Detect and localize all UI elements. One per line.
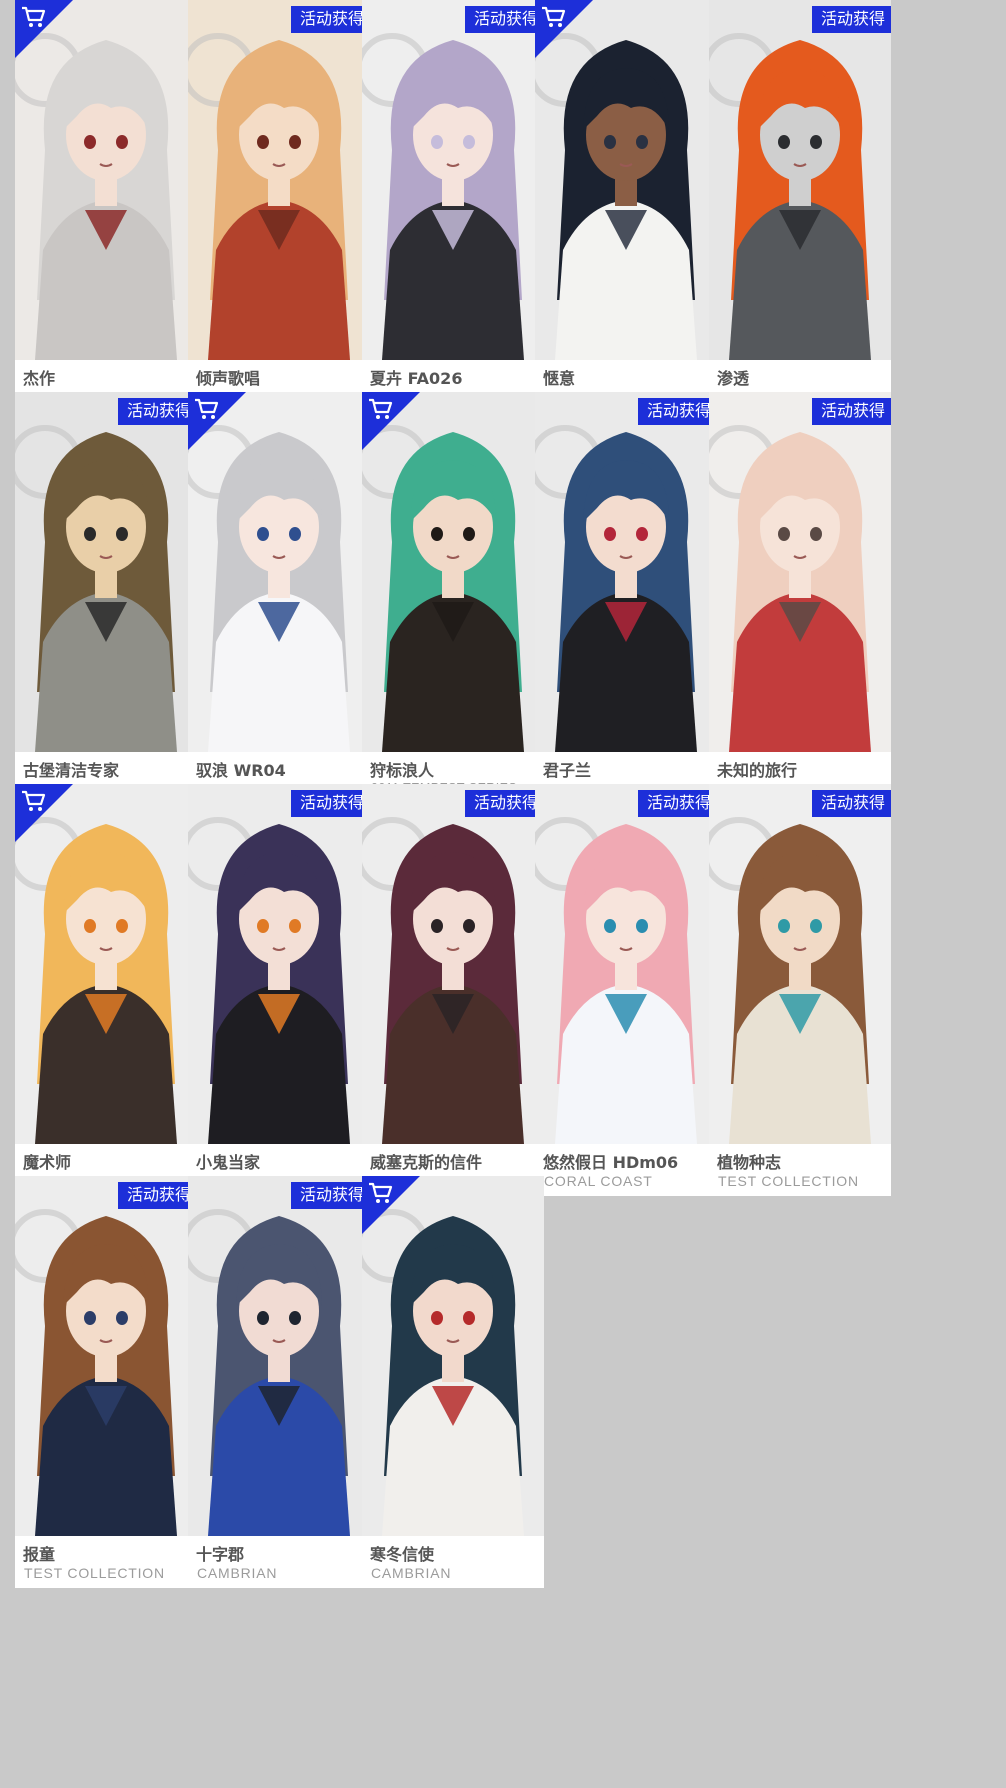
event-badge: 活动获得	[637, 790, 717, 817]
skin-card[interactable]: 活动获得小鬼当家WITCH FEAST	[188, 784, 370, 1196]
skin-card[interactable]: 活动获得古堡清洁专家DREAMBIND CASTLE	[15, 392, 197, 804]
skin-caption: 报童 TEST COLLECTION	[15, 1536, 197, 1588]
skin-name: 报童	[23, 1545, 56, 1564]
event-badge: 活动获得	[290, 1182, 370, 1209]
shopping-cart-icon	[362, 1176, 420, 1234]
skin-name: 古堡清洁专家	[23, 761, 120, 780]
skin-series: CORAL COAST	[544, 1173, 653, 1189]
skin-name: 小鬼当家	[196, 1153, 261, 1172]
skin-art	[15, 1176, 197, 1536]
skin-name: 十字郡	[196, 1545, 245, 1564]
skin-art	[709, 392, 891, 752]
skin-card[interactable]: 活动获得悠然假日 HDm06 CORAL COAST	[535, 784, 717, 1196]
skin-name: 君子兰	[543, 761, 592, 780]
skin-card[interactable]: 活动获得威塞克斯的信件EPOQUE	[362, 784, 544, 1196]
skin-art	[362, 784, 544, 1144]
skin-card[interactable]: 活动获得渗透EPOQUE	[709, 0, 891, 412]
character-illustration	[709, 392, 891, 752]
skin-series: TEST COLLECTION	[718, 1173, 859, 1189]
character-illustration	[709, 0, 891, 360]
event-badge: 活动获得	[811, 398, 891, 425]
skin-card[interactable]: 驭浪 WR04CORAL COAST	[188, 392, 370, 804]
skin-art	[188, 1176, 370, 1536]
skin-name: 狩标浪人	[370, 761, 435, 780]
skin-name: 夏卉 FA026	[370, 369, 463, 388]
skin-art	[188, 0, 370, 360]
shopping-cart-icon	[188, 392, 246, 450]
character-illustration	[188, 0, 370, 360]
skin-art	[535, 392, 717, 752]
event-badge: 活动获得	[637, 398, 717, 425]
skin-grid: 杰作EPOQUE活动获得倾声歌唱SHINING STEPS活动获得夏卉 FA02…	[0, 0, 1006, 1788]
event-badge: 活动获得	[290, 6, 370, 33]
event-badge: 活动获得	[811, 6, 891, 33]
event-badge: 活动获得	[464, 790, 544, 817]
skin-name: 渗透	[717, 369, 750, 388]
character-illustration	[535, 784, 717, 1144]
skin-name: 威塞克斯的信件	[370, 1153, 483, 1172]
shopping-cart-icon	[15, 0, 73, 58]
skin-card[interactable]: 活动获得夏卉 FA026CORAL COAST	[362, 0, 544, 412]
skin-card[interactable]: 活动获得报童 TEST COLLECTION	[15, 1176, 197, 1588]
skin-caption: 寒冬信使 CAMBRIAN	[362, 1536, 544, 1588]
skin-art	[709, 0, 891, 360]
skin-art	[709, 784, 891, 1144]
skin-caption: 悠然假日 HDm06 CORAL COAST	[535, 1144, 717, 1196]
skin-card[interactable]: 杰作EPOQUE	[15, 0, 197, 412]
skin-art	[188, 784, 370, 1144]
skin-caption: 十字郡 CAMBRIAN	[188, 1536, 370, 1588]
event-badge: 活动获得	[117, 398, 197, 425]
event-badge: 活动获得	[811, 790, 891, 817]
skin-name: 悠然假日 HDm06	[543, 1153, 679, 1172]
skin-card[interactable]: 活动获得未知的旅行EPOQUE	[709, 392, 891, 804]
skin-card[interactable]: 魔术师WITCH FEAST	[15, 784, 197, 1196]
event-badge: 活动获得	[464, 6, 544, 33]
skin-art	[15, 392, 197, 752]
skin-name: 未知的旅行	[717, 761, 798, 780]
character-illustration	[709, 784, 891, 1144]
skin-series: CAMBRIAN	[371, 1565, 452, 1581]
skin-card[interactable]: 活动获得植物种志 TEST COLLECTION	[709, 784, 891, 1196]
skin-name: 魔术师	[23, 1153, 72, 1172]
shopping-cart-icon	[362, 392, 420, 450]
skin-name: 倾声歌唱	[196, 369, 261, 388]
skin-card[interactable]: 活动获得十字郡 CAMBRIAN	[188, 1176, 370, 1588]
skin-series: TEST COLLECTION	[24, 1565, 165, 1581]
skin-name: 驭浪 WR04	[196, 761, 286, 780]
shopping-cart-icon	[535, 0, 593, 58]
skin-art	[362, 0, 544, 360]
skin-art	[535, 784, 717, 1144]
character-illustration	[535, 392, 717, 752]
skin-series: CAMBRIAN	[197, 1565, 278, 1581]
skin-card[interactable]: 惬意CROSSOVER	[535, 0, 717, 412]
character-illustration	[362, 0, 544, 360]
skin-card[interactable]: 活动获得君子兰0011 CRAFT	[535, 392, 717, 804]
skin-card[interactable]: 活动获得倾声歌唱SHINING STEPS	[188, 0, 370, 412]
event-badge: 活动获得	[117, 1182, 197, 1209]
shopping-cart-icon	[15, 784, 73, 842]
skin-card[interactable]: 狩标浪人0011 TEMPEST-SERIES	[362, 392, 544, 804]
skin-name: 杰作	[23, 369, 56, 388]
skin-name: 植物种志	[717, 1153, 782, 1172]
skin-caption: 植物种志 TEST COLLECTION	[709, 1144, 891, 1196]
event-badge: 活动获得	[290, 790, 370, 817]
skin-name: 惬意	[543, 369, 576, 388]
skin-card[interactable]: 寒冬信使 CAMBRIAN	[362, 1176, 544, 1588]
character-illustration	[362, 784, 544, 1144]
skin-name: 寒冬信使	[370, 1545, 435, 1564]
character-illustration	[188, 784, 370, 1144]
character-illustration	[188, 1176, 370, 1536]
character-illustration	[15, 392, 197, 752]
character-illustration	[15, 1176, 197, 1536]
